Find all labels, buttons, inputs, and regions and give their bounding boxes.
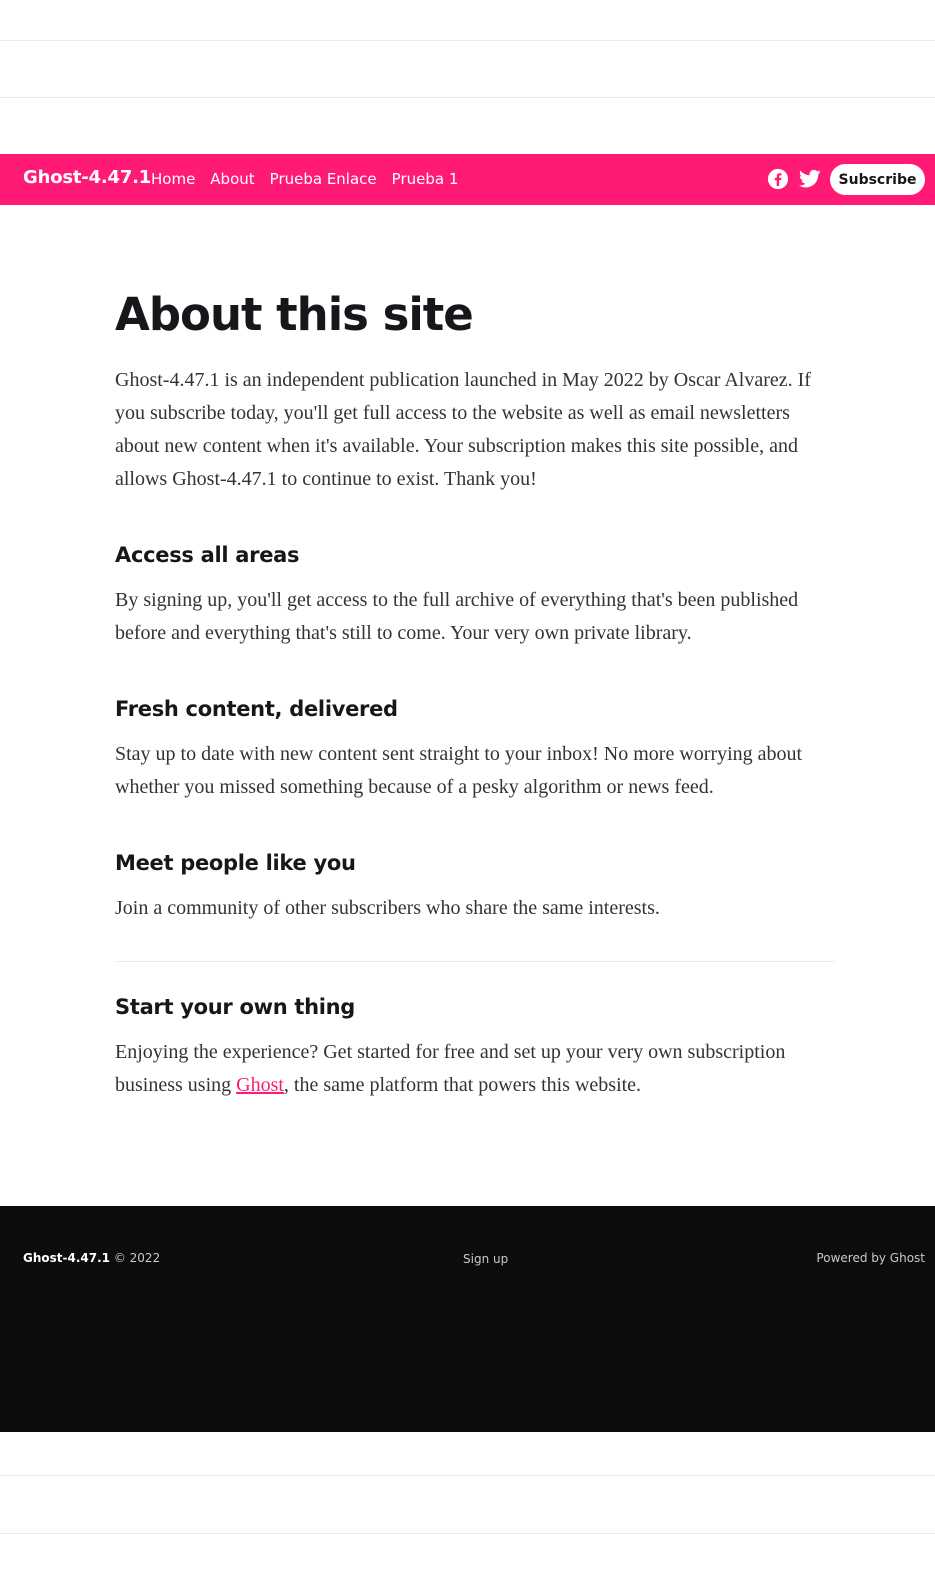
site-footer: Ghost-4.47.1 © 2022 Sign up Powered by G…	[0, 1206, 935, 1432]
footer-copyright-text: © 2022	[113, 1251, 161, 1265]
nav-link-home[interactable]: Home	[151, 170, 195, 188]
site-navbar: Ghost-4.47.1 Home About Prueba Enlace Pr…	[0, 154, 935, 205]
footer-brand-link[interactable]: Ghost-4.47.1	[23, 1251, 110, 1265]
section-body-start: Enjoying the experience? Get started for…	[115, 1036, 835, 1102]
page-title: About this site	[115, 288, 474, 341]
footer-signup-link[interactable]: Sign up	[463, 1252, 508, 1266]
nav-link-prueba-1[interactable]: Prueba 1	[392, 170, 459, 188]
content-divider	[115, 961, 835, 962]
facebook-icon[interactable]	[767, 168, 789, 190]
intro-paragraph: Ghost-4.47.1 is an independent publicati…	[115, 369, 811, 490]
twitter-icon[interactable]	[799, 169, 821, 189]
page-content: About this site Ghost-4.47.1 is an indep…	[115, 280, 835, 1102]
nav-link-about[interactable]: About	[210, 170, 254, 188]
main-nav: Home About Prueba Enlace Prueba 1	[151, 170, 458, 188]
bottom-divider-1	[0, 1475, 935, 1476]
top-divider-1	[0, 40, 935, 41]
subscribe-button[interactable]: Subscribe	[830, 164, 925, 195]
footer-copyright: Ghost-4.47.1 © 2022	[23, 1251, 160, 1265]
top-divider-2	[0, 97, 935, 98]
section-heading-meet: Meet people like you	[115, 851, 356, 875]
site-brand-link[interactable]: Ghost-4.47.1	[23, 167, 151, 188]
section-body-meet: Join a community of other subscribers wh…	[115, 897, 660, 919]
ghost-link[interactable]: Ghost	[236, 1074, 284, 1096]
section-heading-access: Access all areas	[115, 543, 300, 567]
footer-powered-by-link[interactable]: Powered by Ghost	[816, 1251, 925, 1265]
section-heading-fresh: Fresh content, delivered	[115, 697, 398, 721]
start-body-after: , the same platform that powers this web…	[283, 1074, 642, 1096]
bottom-divider-2	[0, 1533, 935, 1534]
section-heading-start: Start your own thing	[115, 995, 356, 1019]
section-body-access: By signing up, you'll get access to the …	[115, 589, 799, 644]
nav-link-prueba-enlace[interactable]: Prueba Enlace	[270, 170, 377, 188]
section-body-fresh: Stay up to date with new content sent st…	[115, 743, 803, 798]
